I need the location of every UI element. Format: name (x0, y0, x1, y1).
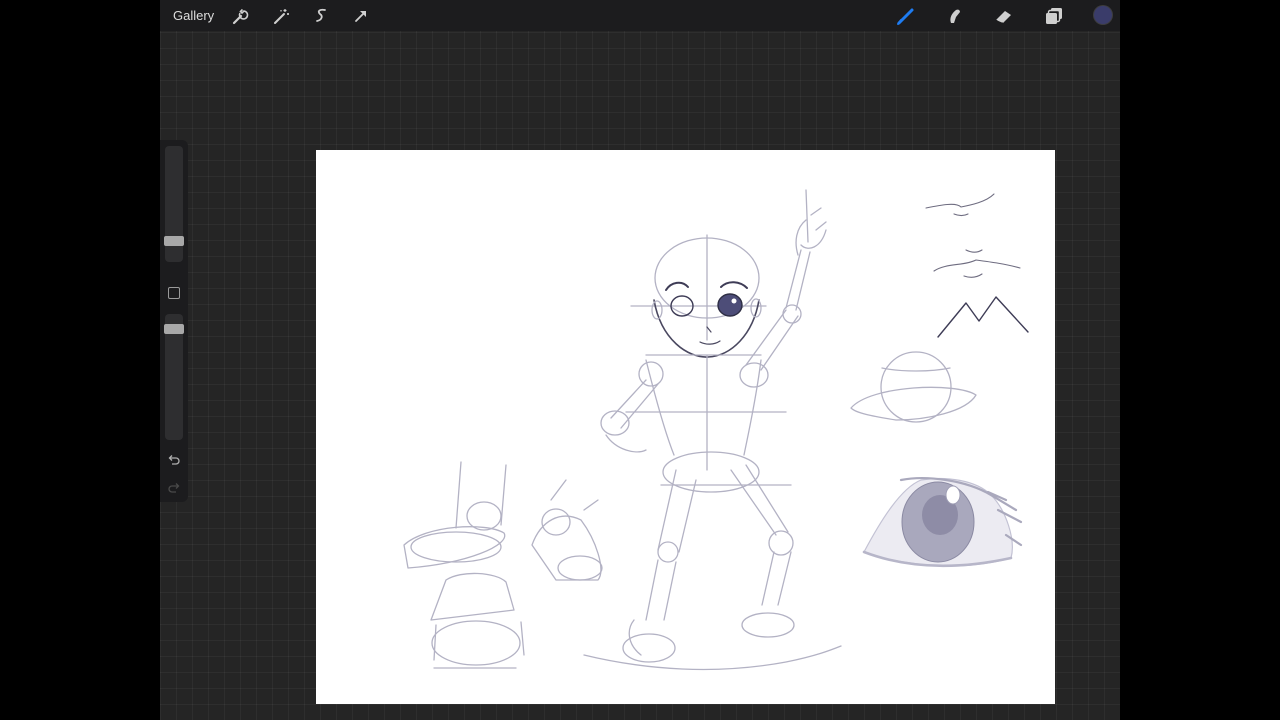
eraser-icon[interactable] (992, 4, 1016, 28)
magic-wand-icon[interactable] (269, 4, 293, 28)
bird-mountain-sketches (925, 193, 1029, 338)
sphere-study-sketch (850, 351, 977, 423)
left-sidebar (160, 140, 188, 502)
wrench-icon[interactable] (228, 4, 252, 28)
undo-icon[interactable] (166, 452, 182, 468)
color-swatch[interactable] (1094, 6, 1112, 24)
layers-icon[interactable] (1042, 4, 1066, 28)
top-toolbar: Gallery (160, 0, 1120, 31)
eye-study-drawing (862, 477, 1023, 567)
gallery-button[interactable]: Gallery (173, 7, 214, 24)
transform-arrow-icon[interactable] (349, 4, 373, 28)
redo-icon[interactable] (166, 480, 182, 496)
foot-study-sketches (403, 461, 603, 669)
drawing-canvas[interactable] (316, 150, 1055, 704)
selection-s-icon[interactable] (309, 4, 333, 28)
canvas-artwork (403, 189, 1029, 671)
figure-head (630, 234, 767, 358)
procreate-app: Gallery (160, 0, 1120, 720)
figure-legs (583, 464, 842, 671)
figure-torso (625, 354, 792, 493)
opacity-thumb[interactable] (164, 324, 184, 334)
brush-icon[interactable] (894, 4, 918, 28)
smudge-icon[interactable] (943, 4, 967, 28)
brush-size-thumb[interactable] (164, 236, 184, 246)
modify-button[interactable] (168, 287, 180, 299)
